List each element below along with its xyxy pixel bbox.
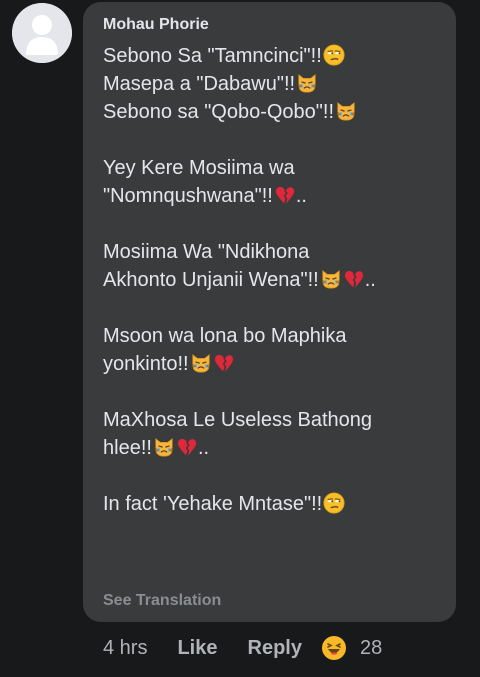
comment-line-text: Sebono Sa "Tamncinci"!!: [103, 45, 322, 67]
crying-cat-icon: [334, 101, 357, 123]
comment-line: Yey Kere Mosiima wa: [103, 154, 440, 182]
comment-paragraph: In fact 'Yehake Mntase"!!: [103, 490, 440, 518]
broken-heart-icon: [342, 269, 365, 291]
comment-author[interactable]: Mohau Phorie: [103, 16, 209, 34]
comment-line: Msoon wa lona bo Maphika: [103, 322, 440, 350]
comment-line-text: Sebono sa "Qobo-Qobo"!!: [103, 101, 335, 123]
comment-line-text: Msoon wa lona bo Maphika: [103, 325, 347, 347]
unamused-face-icon: [322, 44, 345, 67]
comment-paragraph: Mosiima Wa "Ndikhona Akhonto Unjanii Wena…: [103, 238, 440, 294]
see-translation-link[interactable]: See Translation: [103, 592, 221, 610]
unamused-face-icon: [322, 492, 345, 515]
comment-line: MaXhosa Le Useless Bathong: [103, 406, 440, 434]
crying-cat-icon: [295, 73, 318, 95]
comment-line-text: yonkinto!!: [103, 353, 189, 375]
comment-line: Sebono Sa "Tamncinci"!!: [103, 42, 440, 70]
comment-text: Sebono Sa "Tamncinci"!! Masepa a "Dabawu"…: [103, 42, 440, 518]
comment-line: Mosiima Wa "Ndikhona: [103, 238, 440, 266]
comment-line-text: Yey Kere Mosiima wa: [103, 157, 295, 179]
comment-line: Masepa a "Dabawu"!!: [103, 70, 440, 98]
broken-heart-icon: [212, 353, 235, 375]
like-button[interactable]: Like: [177, 637, 217, 660]
comment-line-text: hlee!!: [103, 437, 152, 459]
timestamp[interactable]: 4 hrs: [103, 637, 147, 660]
reaction-count: 28: [359, 636, 383, 659]
comment-paragraph: Yey Kere Mosiima wa "Nomnqushwana"!!..: [103, 154, 440, 210]
avatar[interactable]: [12, 3, 72, 63]
comment-line: "Nomnqushwana"!!..: [103, 182, 440, 210]
crying-cat-icon: [319, 269, 342, 291]
comment-line: Akhonto Unjanii Wena"!!..: [103, 266, 440, 294]
comment-line-text: "Nomnqushwana"!!: [103, 185, 273, 207]
haha-reaction-icon: [321, 636, 346, 660]
comment-line: hlee!!..: [103, 434, 440, 462]
default-profile-icon: [12, 3, 72, 63]
comment-line: yonkinto!!: [103, 350, 440, 378]
comment-line-text: Masepa a "Dabawu"!!: [103, 73, 296, 95]
comment-line: In fact 'Yehake Mntase"!!: [103, 490, 440, 518]
reply-button[interactable]: Reply: [248, 637, 302, 660]
comment-line-text: Akhonto Unjanii Wena"!!: [103, 269, 319, 291]
comment-line-text: Mosiima Wa "Ndikhona: [103, 241, 310, 263]
comment-line: Sebono sa "Qobo-Qobo"!!: [103, 98, 440, 126]
comment-line-suffix: ..: [364, 269, 376, 291]
broken-heart-icon: [273, 185, 296, 207]
comment-paragraph: Msoon wa lona bo Maphika yonkinto!!: [103, 322, 440, 378]
comment-actions: 4 hrs Like Reply 28: [103, 636, 382, 660]
comment-paragraph: MaXhosa Le Useless Bathong hlee!!..: [103, 406, 440, 462]
crying-cat-icon: [189, 353, 212, 375]
comment-line-text: MaXhosa Le Useless Bathong: [103, 409, 373, 431]
comment-paragraph: Sebono Sa "Tamncinci"!! Masepa a "Dabawu"…: [103, 42, 440, 126]
comment-bubble: Mohau Phorie Sebono Sa "Tamncinci"!! Mase…: [83, 2, 456, 622]
comment-line-text: In fact 'Yehake Mntase"!!: [103, 493, 323, 515]
comment-line-suffix: ..: [197, 437, 210, 459]
broken-heart-icon: [175, 437, 198, 459]
reactions[interactable]: 28: [321, 636, 383, 660]
comment-line-suffix: ..: [295, 185, 307, 207]
crying-cat-icon: [152, 437, 175, 459]
